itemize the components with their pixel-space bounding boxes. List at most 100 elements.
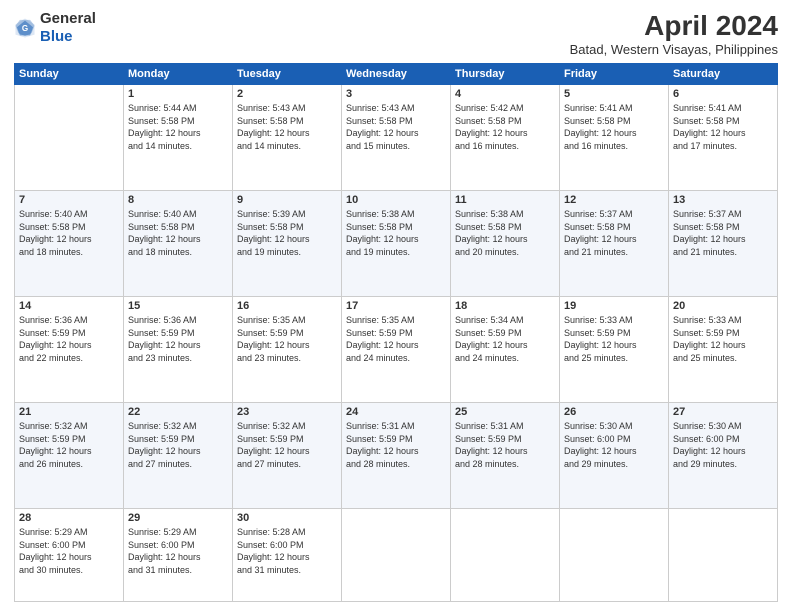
day-number: 3 (346, 88, 446, 100)
table-row: 1 Sunrise: 5:44 AM Sunset: 5:58 PM Daylig… (124, 85, 233, 191)
calendar-header-row: Sunday Monday Tuesday Wednesday Thursday… (15, 64, 778, 85)
table-row: 7Sunrise: 5:40 AM Sunset: 5:58 PM Daylig… (15, 190, 124, 296)
calendar-week-row: 1 Sunrise: 5:44 AM Sunset: 5:58 PM Daylig… (15, 85, 778, 191)
calendar-week-row: 14 Sunrise: 5:36 AM Sunset: 5:59 PM Dayli… (15, 296, 778, 402)
table-row: 18 Sunrise: 5:34 AM Sunset: 5:59 PM Dayli… (451, 296, 560, 402)
table-row: 8 Sunrise: 5:40 AM Sunset: 5:58 PM Daylig… (124, 190, 233, 296)
day-info: Sunrise: 5:41 AM Sunset: 5:58 PM Dayligh… (564, 102, 664, 152)
day-number: 29 (128, 512, 228, 524)
day-info: Sunrise: 5:37 AM Sunset: 5:58 PM Dayligh… (564, 208, 664, 258)
day-number: 19 (564, 300, 664, 312)
table-row: 5 Sunrise: 5:41 AM Sunset: 5:58 PM Daylig… (560, 85, 669, 191)
table-row: 20 Sunrise: 5:33 AM Sunset: 5:59 PM Dayli… (669, 296, 778, 402)
table-row: 10Sunrise: 5:38 AM Sunset: 5:58 PM Dayli… (342, 190, 451, 296)
day-info: Sunrise: 5:32 AM Sunset: 5:59 PM Dayligh… (237, 420, 337, 470)
table-row: 23 Sunrise: 5:32 AM Sunset: 5:59 PM Dayli… (233, 402, 342, 508)
day-number: 11 (455, 194, 555, 206)
table-row (15, 85, 124, 191)
day-info: Sunrise: 5:42 AM Sunset: 5:58 PM Dayligh… (455, 102, 555, 152)
day-number: 9 (237, 194, 337, 206)
day-number: 23 (237, 406, 337, 418)
table-row: 21Sunrise: 5:32 AM Sunset: 5:59 PM Dayli… (15, 402, 124, 508)
day-info: Sunrise: 5:35 AM Sunset: 5:59 PM Dayligh… (346, 314, 446, 364)
day-info: Sunrise: 5:30 AM Sunset: 6:00 PM Dayligh… (673, 420, 773, 470)
day-number: 6 (673, 88, 773, 100)
logo-text: General Blue (40, 10, 96, 46)
table-row: 26Sunrise: 5:30 AM Sunset: 6:00 PM Dayli… (560, 402, 669, 508)
title-section: April 2024 Batad, Western Visayas, Phili… (570, 10, 778, 57)
table-row: 27Sunrise: 5:30 AM Sunset: 6:00 PM Dayli… (669, 402, 778, 508)
day-number: 26 (564, 406, 664, 418)
calendar-week-row: 7 Sunrise: 5:40 AM Sunset: 5:58 PM Daylig… (15, 190, 778, 296)
logo: G General Blue (14, 10, 96, 46)
logo-blue: Blue (40, 28, 73, 45)
day-number: 2 (237, 88, 337, 100)
day-number: 20 (673, 300, 773, 312)
table-row: 15 Sunrise: 5:36 AM Sunset: 5:59 PM Dayli… (124, 296, 233, 402)
table-row (560, 508, 669, 601)
day-number: 4 (455, 88, 555, 100)
table-row (669, 508, 778, 601)
table-row: 29 Sunrise: 5:29 AM Sunset: 6:00 PM Dayli… (124, 508, 233, 601)
page: G General Blue April 2024 Batad, Western… (0, 0, 792, 612)
day-info: Sunrise: 5:34 AM Sunset: 5:59 PM Dayligh… (455, 314, 555, 364)
col-saturday: Saturday (669, 64, 778, 85)
table-row: 14 Sunrise: 5:36 AM Sunset: 5:59 PM Dayli… (15, 296, 124, 402)
svg-text:G: G (22, 24, 28, 33)
col-friday: Friday (560, 64, 669, 85)
day-info: Sunrise: 5:36 AM Sunset: 5:59 PM Dayligh… (128, 314, 228, 364)
col-thursday: Thursday (451, 64, 560, 85)
table-row: 11 Sunrise: 5:38 AM Sunset: 5:58 PM Dayli… (451, 190, 560, 296)
table-row: 24 Sunrise: 5:31 AM Sunset: 5:59 PM Dayli… (342, 402, 451, 508)
table-row: 13 Sunrise: 5:37 AM Sunset: 5:58 PM Dayli… (669, 190, 778, 296)
day-info: Sunrise: 5:38 AM Sunset: 5:58 PM Dayligh… (455, 208, 555, 258)
table-row (342, 508, 451, 601)
day-number: 15 (128, 300, 228, 312)
table-row: 19 Sunrise: 5:33 AM Sunset: 5:59 PM Dayli… (560, 296, 669, 402)
day-info: Sunrise: 5:39 AM Sunset: 5:58 PM Dayligh… (237, 208, 337, 258)
table-row: 3 Sunrise: 5:43 AM Sunset: 5:58 PM Daylig… (342, 85, 451, 191)
day-number: 5 (564, 88, 664, 100)
table-row: 2Sunrise: 5:43 AM Sunset: 5:58 PM Daylig… (233, 85, 342, 191)
day-number: 7 (19, 194, 119, 206)
day-info: Sunrise: 5:31 AM Sunset: 5:59 PM Dayligh… (346, 420, 446, 470)
day-info: Sunrise: 5:40 AM Sunset: 5:58 PM Dayligh… (128, 208, 228, 258)
col-wednesday: Wednesday (342, 64, 451, 85)
day-info: Sunrise: 5:38 AM Sunset: 5:58 PM Dayligh… (346, 208, 446, 258)
table-row: 25Sunrise: 5:31 AM Sunset: 5:59 PM Dayli… (451, 402, 560, 508)
day-number: 16 (237, 300, 337, 312)
col-sunday: Sunday (15, 64, 124, 85)
table-row: 4 Sunrise: 5:42 AM Sunset: 5:58 PM Daylig… (451, 85, 560, 191)
day-number: 25 (455, 406, 555, 418)
day-info: Sunrise: 5:29 AM Sunset: 6:00 PM Dayligh… (128, 526, 228, 576)
day-info: Sunrise: 5:28 AM Sunset: 6:00 PM Dayligh… (237, 526, 337, 576)
month-year: April 2024 (570, 10, 778, 42)
day-info: Sunrise: 5:43 AM Sunset: 5:58 PM Dayligh… (346, 102, 446, 152)
table-row: 28Sunrise: 5:29 AM Sunset: 6:00 PM Dayli… (15, 508, 124, 601)
day-number: 14 (19, 300, 119, 312)
day-number: 1 (128, 88, 228, 100)
day-number: 13 (673, 194, 773, 206)
col-tuesday: Tuesday (233, 64, 342, 85)
table-row: 16Sunrise: 5:35 AM Sunset: 5:59 PM Dayli… (233, 296, 342, 402)
day-number: 30 (237, 512, 337, 524)
day-number: 24 (346, 406, 446, 418)
table-row: 30 Sunrise: 5:28 AM Sunset: 6:00 PM Dayli… (233, 508, 342, 601)
day-info: Sunrise: 5:36 AM Sunset: 5:59 PM Dayligh… (19, 314, 119, 364)
day-info: Sunrise: 5:37 AM Sunset: 5:58 PM Dayligh… (673, 208, 773, 258)
day-info: Sunrise: 5:41 AM Sunset: 5:58 PM Dayligh… (673, 102, 773, 152)
day-number: 17 (346, 300, 446, 312)
logo-general: General (40, 10, 96, 27)
day-number: 28 (19, 512, 119, 524)
day-info: Sunrise: 5:33 AM Sunset: 5:59 PM Dayligh… (673, 314, 773, 364)
col-monday: Monday (124, 64, 233, 85)
day-number: 8 (128, 194, 228, 206)
table-row: 22Sunrise: 5:32 AM Sunset: 5:59 PM Dayli… (124, 402, 233, 508)
day-info: Sunrise: 5:44 AM Sunset: 5:58 PM Dayligh… (128, 102, 228, 152)
table-row: 17 Sunrise: 5:35 AM Sunset: 5:59 PM Dayli… (342, 296, 451, 402)
day-number: 21 (19, 406, 119, 418)
day-info: Sunrise: 5:33 AM Sunset: 5:59 PM Dayligh… (564, 314, 664, 364)
day-number: 22 (128, 406, 228, 418)
day-number: 12 (564, 194, 664, 206)
day-number: 18 (455, 300, 555, 312)
